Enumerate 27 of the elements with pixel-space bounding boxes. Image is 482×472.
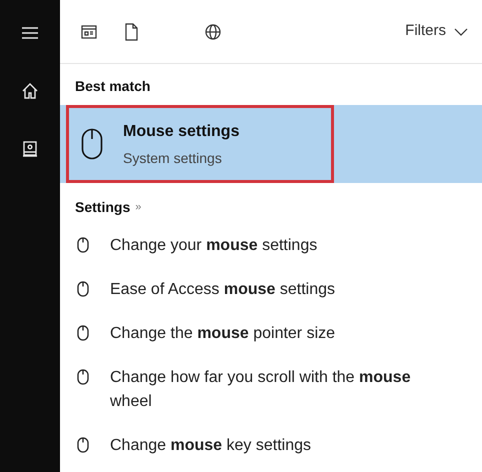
mouse-icon [77, 437, 89, 453]
globe-icon[interactable] [203, 22, 223, 42]
mouse-icon [77, 237, 89, 253]
result-title: Mouse settings [123, 122, 240, 142]
mouse-icon [77, 325, 89, 341]
home-icon[interactable] [20, 81, 40, 101]
chevron-down-icon [454, 28, 468, 36]
section-heading: Settings [75, 198, 130, 217]
result-item[interactable]: Ease of Access mouse settings [60, 268, 482, 312]
filters-button[interactable]: Filters [405, 20, 468, 43]
more-chevron[interactable]: » [135, 199, 142, 216]
best-match-row[interactable]: Mouse settings System settings [60, 105, 482, 183]
result-text: Change mouse key settings [110, 436, 312, 456]
result-text: Change the mouse pointer size [110, 324, 336, 344]
mouse-icon [77, 369, 89, 385]
result-item[interactable]: Change your mouse settings [60, 224, 482, 268]
result-text: Change your mouse settings [110, 236, 318, 256]
mouse-icon [81, 128, 103, 160]
result-item[interactable]: Change the mouse pointer size [60, 312, 482, 356]
result-item[interactable]: Change how far you scroll with the mouse wheel [60, 356, 482, 424]
result-text: Ease of Access mouse settings [110, 280, 336, 300]
section-heading: Best match [74, 77, 152, 96]
result-subtitle: System settings [123, 148, 223, 168]
result-item[interactable]: Change mouse key settings [60, 424, 482, 468]
result-text: Change how far you scroll with the mouse wheel [110, 368, 412, 412]
portrait-icon[interactable] [20, 139, 40, 159]
mouse-icon [77, 281, 89, 297]
